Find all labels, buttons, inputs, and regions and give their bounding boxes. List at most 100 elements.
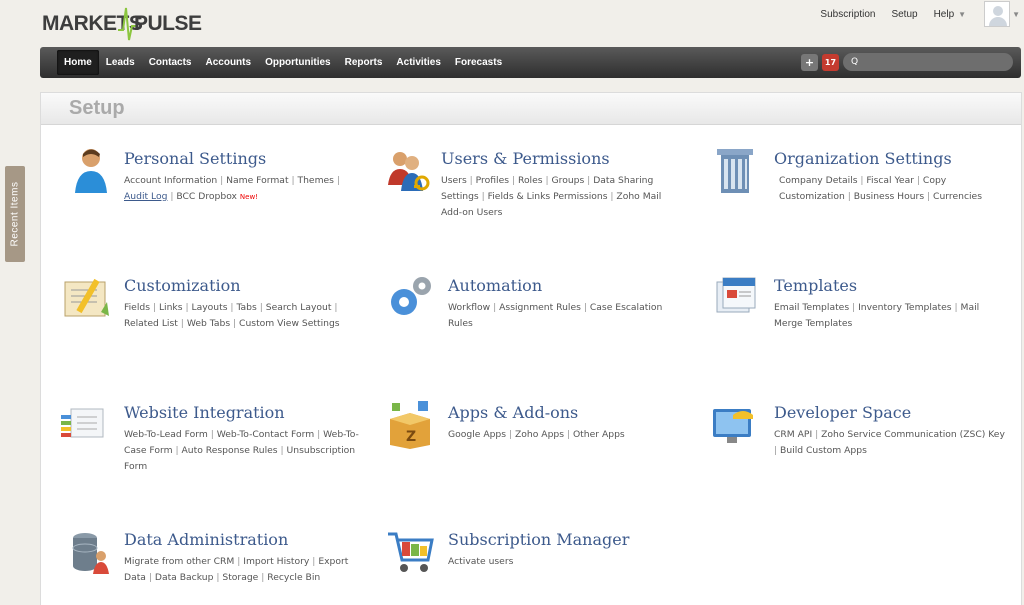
subscription-manager-title[interactable]: Subscription Manager: [448, 530, 629, 549]
chevron-down-icon: ▼: [958, 9, 967, 19]
migrate-crm-link[interactable]: Migrate from other CRM: [124, 556, 234, 567]
currencies-link[interactable]: Currencies: [933, 191, 982, 202]
account-information-link[interactable]: Account Information: [124, 175, 217, 186]
user-icon: [75, 149, 107, 193]
search-layout-link[interactable]: Search Layout: [266, 302, 332, 313]
nav-tools: + 17 Q: [801, 53, 1013, 71]
database-user-icon: [72, 533, 109, 574]
apps-addons-links: Google Apps | Zoho Apps | Other Apps: [448, 429, 625, 440]
users-permissions-title[interactable]: Users & Permissions: [441, 149, 610, 168]
business-hours-link[interactable]: Business Hours: [854, 191, 924, 202]
roles-link[interactable]: Roles: [518, 175, 543, 186]
bcc-dropbox-link[interactable]: BCC Dropbox: [176, 191, 237, 202]
auto-response-rules-link[interactable]: Auto Response Rules: [182, 445, 278, 456]
tabs-link[interactable]: Tabs: [236, 302, 256, 313]
tab-activities[interactable]: Activities: [389, 50, 447, 75]
setup-link[interactable]: Setup: [891, 9, 917, 20]
other-apps-link[interactable]: Other Apps: [573, 429, 625, 440]
web-to-contact-form-link[interactable]: Web-To-Contact Form: [217, 429, 314, 440]
users-link[interactable]: Users: [441, 175, 467, 186]
building-icon: [717, 149, 753, 193]
tab-contacts[interactable]: Contacts: [142, 50, 199, 75]
fiscal-year-link[interactable]: Fiscal Year: [866, 175, 914, 186]
tab-leads[interactable]: Leads: [99, 50, 142, 75]
main-nav: Home Leads Contacts Accounts Opportuniti…: [40, 47, 1021, 78]
personal-settings-title[interactable]: Personal Settings: [124, 149, 266, 168]
personal-settings-links: Account Information | Name Format | Them…: [124, 175, 340, 202]
customization-title[interactable]: Customization: [124, 276, 241, 295]
templates-links: Email Templates | Inventory Templates | …: [774, 302, 980, 329]
groups-link[interactable]: Groups: [552, 175, 585, 186]
crm-api-link[interactable]: CRM API: [774, 429, 812, 440]
templates-icon: [716, 277, 756, 313]
search-input[interactable]: Q: [843, 53, 1013, 71]
calendar-button[interactable]: 17: [822, 53, 839, 71]
form-icon: [61, 408, 104, 438]
organization-settings-title[interactable]: Organization Settings: [774, 149, 952, 168]
recycle-bin-link[interactable]: Recycle Bin: [267, 572, 320, 583]
email-templates-link[interactable]: Email Templates: [774, 302, 849, 313]
zsc-key-link[interactable]: Zoho Service Communication (ZSC) Key: [821, 429, 1005, 440]
workflow-link[interactable]: Workflow: [448, 302, 490, 313]
assignment-rules-link[interactable]: Assignment Rules: [499, 302, 581, 313]
top-links: Subscription Setup Help ▼ ▼: [812, 0, 1020, 28]
tab-opportunities[interactable]: Opportunities: [258, 50, 338, 75]
company-details-link[interactable]: Company Details: [779, 175, 857, 186]
activate-users-link[interactable]: Activate users: [448, 556, 513, 567]
web-to-lead-form-link[interactable]: Web-To-Lead Form: [124, 429, 208, 440]
tab-home[interactable]: Home: [57, 50, 99, 75]
custom-view-settings-link[interactable]: Custom View Settings: [239, 318, 340, 329]
users-permissions-links: Users | Profiles | Roles | Groups | Data…: [441, 175, 662, 218]
avatar[interactable]: [984, 1, 1011, 27]
brand-right: PULSE: [134, 12, 202, 35]
help-label: Help: [933, 8, 955, 20]
developer-space-links: CRM API | Zoho Service Communication (ZS…: [774, 429, 1005, 456]
apps-box-icon: Z: [390, 401, 430, 449]
themes-link[interactable]: Themes: [297, 175, 333, 186]
fields-link[interactable]: Fields: [124, 302, 150, 313]
templates-title[interactable]: Templates: [774, 276, 857, 295]
section-developer-space: Developer Space CRM API | Zoho Service C…: [709, 399, 1014, 459]
import-history-link[interactable]: Import History: [243, 556, 309, 567]
web-tabs-link[interactable]: Web Tabs: [187, 318, 230, 329]
subscription-manager-links: Activate users: [448, 554, 678, 570]
automation-links: Workflow | Assignment Rules | Case Escal…: [448, 302, 663, 329]
section-templates: Templates Email Templates | Inventory Te…: [713, 272, 1013, 332]
name-format-link[interactable]: Name Format: [226, 175, 288, 186]
section-website-integration: Website Integration Web-To-Lead Form | W…: [57, 399, 367, 472]
brand-logo[interactable]: MARKETS PULSE: [42, 4, 212, 44]
chevron-down-icon[interactable]: ▼: [1012, 10, 1020, 19]
help-link[interactable]: Help ▼: [934, 9, 967, 20]
svg-text:Z: Z: [406, 429, 416, 445]
google-apps-link[interactable]: Google Apps: [448, 429, 506, 440]
developer-monitor-icon: [713, 409, 753, 443]
recent-items-tab[interactable]: Recent Items: [5, 166, 25, 262]
avatar-body: [989, 17, 1008, 26]
inventory-templates-link[interactable]: Inventory Templates: [858, 302, 952, 313]
data-administration-title[interactable]: Data Administration: [124, 530, 288, 549]
related-list-link[interactable]: Related List: [124, 318, 178, 329]
zoho-apps-link[interactable]: Zoho Apps: [515, 429, 564, 440]
audit-log-link[interactable]: Audit Log: [124, 191, 167, 202]
tab-forecasts[interactable]: Forecasts: [448, 50, 509, 75]
profiles-link[interactable]: Profiles: [476, 175, 509, 186]
storage-link[interactable]: Storage: [222, 572, 258, 583]
developer-space-title[interactable]: Developer Space: [774, 403, 911, 422]
new-badge: New!: [239, 193, 258, 201]
subscription-link[interactable]: Subscription: [820, 9, 875, 20]
website-integration-links: Web-To-Lead Form | Web-To-Contact Form |…: [124, 429, 359, 472]
avatar-head: [993, 6, 1004, 16]
quick-add-button[interactable]: +: [801, 53, 818, 71]
layouts-link[interactable]: Layouts: [191, 302, 227, 313]
data-backup-link[interactable]: Data Backup: [155, 572, 214, 583]
section-customization: Customization Fields | Links | Layouts |…: [63, 272, 373, 332]
page-title: Setup: [69, 97, 125, 119]
automation-title[interactable]: Automation: [448, 276, 542, 295]
tab-reports[interactable]: Reports: [338, 50, 390, 75]
website-integration-title[interactable]: Website Integration: [124, 403, 285, 422]
tab-accounts[interactable]: Accounts: [199, 50, 259, 75]
apps-addons-title[interactable]: Apps & Add-ons: [448, 403, 578, 422]
build-custom-apps-link[interactable]: Build Custom Apps: [780, 445, 867, 456]
links-link[interactable]: Links: [159, 302, 183, 313]
fields-links-permissions-link[interactable]: Fields & Links Permissions: [488, 191, 608, 202]
